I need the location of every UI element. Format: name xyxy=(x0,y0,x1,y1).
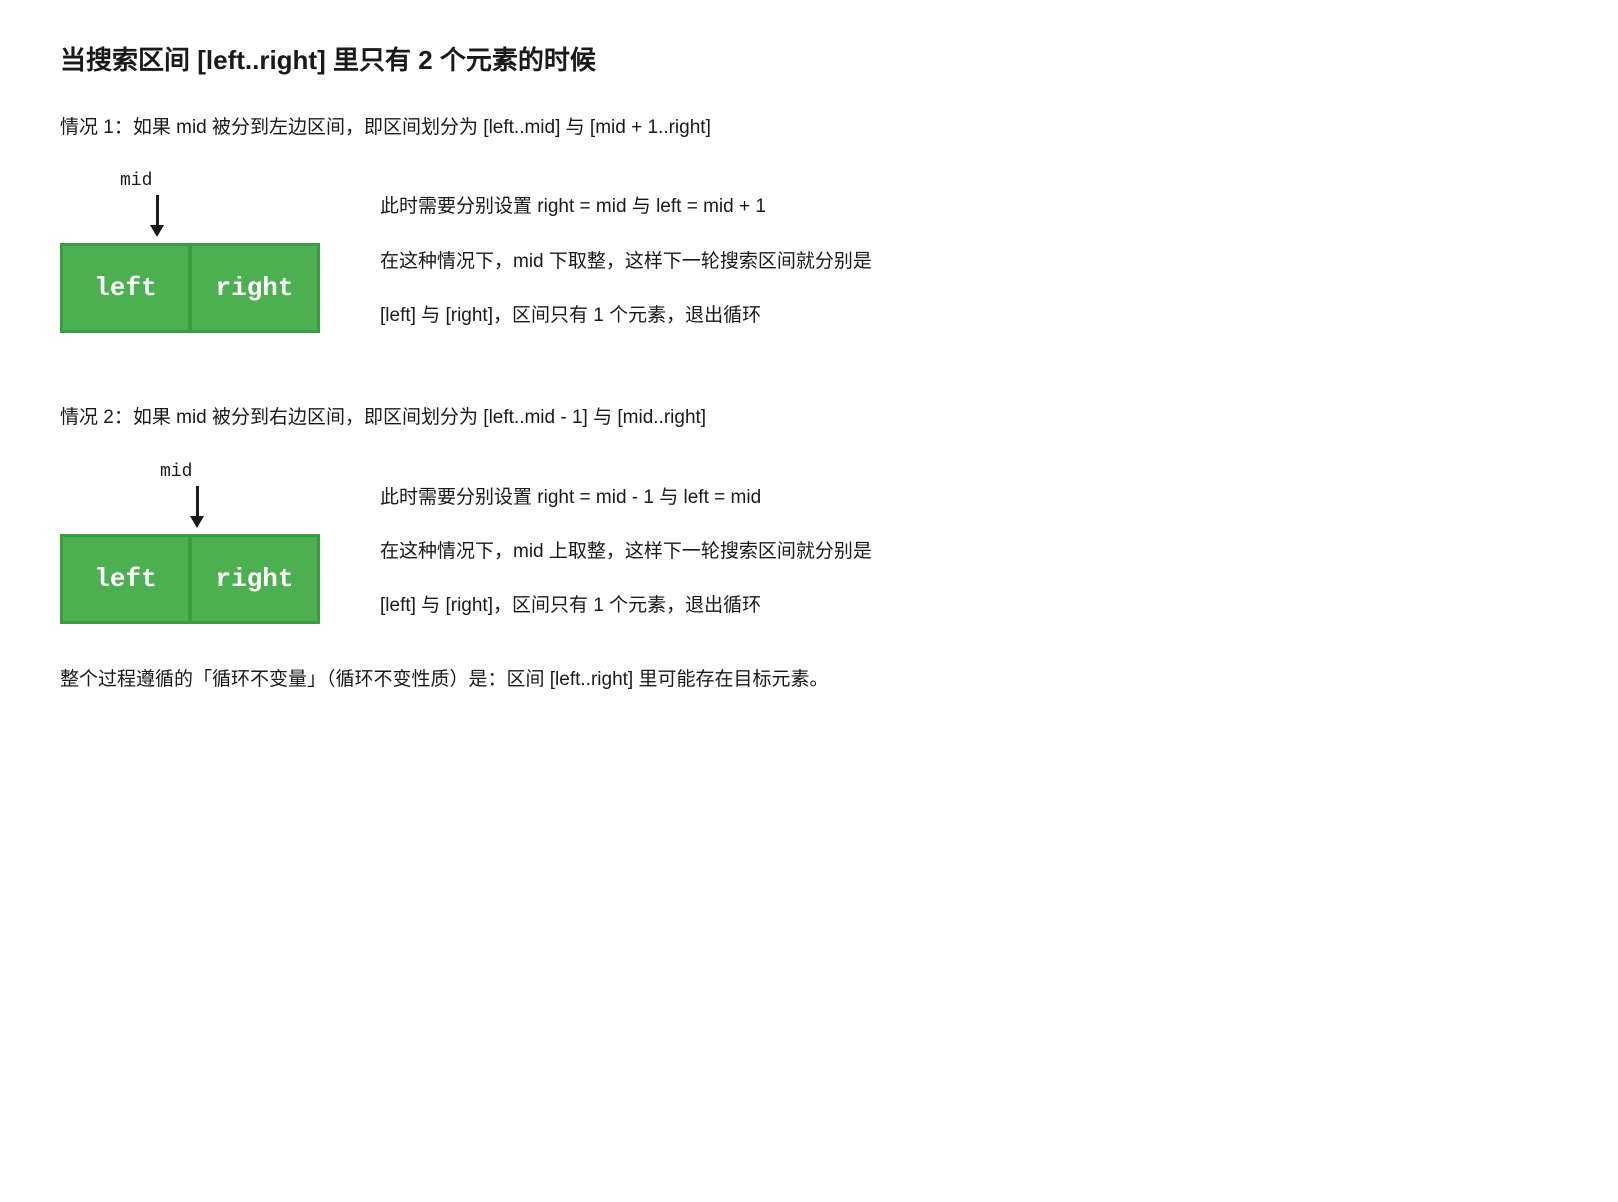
case1-cells: left right xyxy=(60,243,320,333)
case1-desc3: [left] 与 [right]，区间只有 1 个元素，退出循环 xyxy=(380,300,1558,332)
case1-desc1: 此时需要分别设置 right = mid 与 left = mid + 1 xyxy=(380,191,1558,223)
case1-arrow-shaft xyxy=(156,195,159,225)
case2-arrow xyxy=(190,486,204,528)
case2-cell-left: left xyxy=(60,534,190,624)
case2-block: mid left right 此时需要分别设置 right = mid - 1 … xyxy=(60,462,1558,624)
page-title: 当搜索区间 [left..right] 里只有 2 个元素的时候 xyxy=(60,40,1558,77)
case1-header: 情况 1：如果 mid 被分到左边区间，即区间划分为 [left..mid] 与… xyxy=(60,113,1558,143)
case1-mid-label: mid xyxy=(120,171,152,191)
case2-arrow-head xyxy=(190,516,204,528)
case1-cell-right: right xyxy=(190,243,320,333)
case2-desc1: 此时需要分别设置 right = mid - 1 与 left = mid xyxy=(380,482,1558,514)
case2-cell-right: right xyxy=(190,534,320,624)
case2-description: 此时需要分别设置 right = mid - 1 与 left = mid 在这… xyxy=(380,462,1558,623)
case1-block: mid left right 此时需要分别设置 right = mid 与 le… xyxy=(60,171,1558,333)
case1-arrow-head xyxy=(150,225,164,237)
case2-desc2: 在这种情况下，mid 上取整，这样下一轮搜索区间就分别是 xyxy=(380,536,1558,568)
case2-cells: left right xyxy=(60,534,320,624)
case1-arrow xyxy=(150,195,164,237)
case1-desc2: 在这种情况下，mid 下取整，这样下一轮搜索区间就分别是 xyxy=(380,246,1558,278)
case2-section: 情况 2：如果 mid 被分到右边区间，即区间划分为 [left..mid - … xyxy=(60,403,1558,623)
case2-desc3: [left] 与 [right]，区间只有 1 个元素，退出循环 xyxy=(380,590,1558,622)
case1-description: 此时需要分别设置 right = mid 与 left = mid + 1 在这… xyxy=(380,171,1558,332)
case1-section: 情况 1：如果 mid 被分到左边区间，即区间划分为 [left..mid] 与… xyxy=(60,113,1558,333)
footer-text: 整个过程遵循的「循环不变量」（循环不变性质）是：区间 [left..right]… xyxy=(60,664,1558,696)
case2-header: 情况 2：如果 mid 被分到右边区间，即区间划分为 [left..mid - … xyxy=(60,403,1558,433)
case2-diagram: mid left right xyxy=(60,462,320,624)
case1-diagram: mid left right xyxy=(60,171,320,333)
case1-cell-left: left xyxy=(60,243,190,333)
page-container: 当搜索区间 [left..right] 里只有 2 个元素的时候 情况 1：如果… xyxy=(60,40,1558,696)
case2-arrow-shaft xyxy=(196,486,199,516)
divider1 xyxy=(60,373,1558,403)
case2-mid-label: mid xyxy=(160,462,192,482)
